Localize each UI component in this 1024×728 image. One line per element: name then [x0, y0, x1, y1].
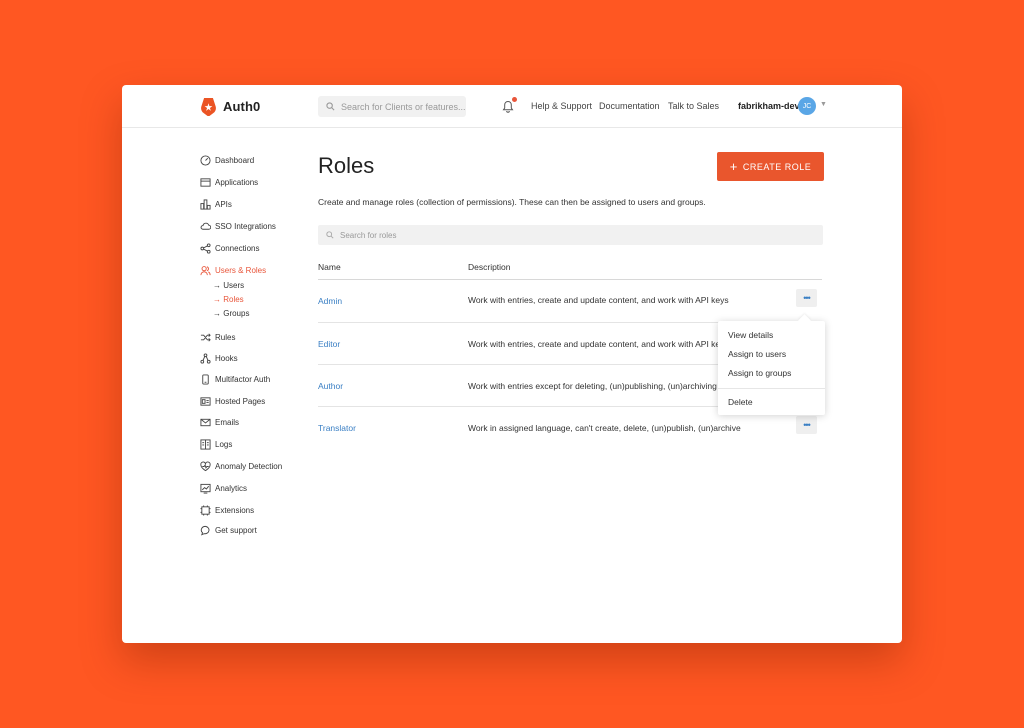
- sidebar-item-label: Logs: [215, 439, 233, 449]
- sidebar-item-hosted-pages[interactable]: Hosted Pages: [200, 394, 265, 408]
- row-actions-button[interactable]: •••: [796, 416, 817, 434]
- sidebar-item-label: SSO Integrations: [215, 221, 276, 231]
- row-actions-menu: View details Assign to users Assign to g…: [718, 321, 825, 415]
- sidebar-item-label: Applications: [215, 177, 259, 187]
- sidebar-item-label: Analytics: [215, 483, 248, 493]
- create-role-label: CREATE ROLE: [742, 161, 812, 172]
- column-header-description: Description: [468, 262, 511, 272]
- emails-icon: [200, 418, 211, 426]
- sidebar-item-dashboard[interactable]: Dashboard: [200, 153, 254, 167]
- menu-divider: [718, 388, 825, 389]
- sidebar-item-label: Connections: [215, 243, 260, 253]
- role-name-link[interactable]: Translator: [318, 423, 356, 433]
- sidebar-item-label: Hosted Pages: [215, 396, 266, 406]
- search-icon: [326, 231, 334, 239]
- role-name-link[interactable]: Editor: [318, 339, 340, 349]
- sidebar-item-extensions[interactable]: Extensions: [200, 503, 254, 517]
- tenant-name[interactable]: fabrikham-dev: [738, 101, 800, 111]
- support-icon: [200, 525, 210, 535]
- notifications-bell-icon[interactable]: [502, 100, 514, 113]
- global-search-placeholder: Search for Clients or features...: [341, 101, 466, 112]
- connections-icon: [200, 242, 211, 254]
- documentation-link[interactable]: Documentation: [599, 101, 660, 111]
- sidebar-item-label: Users & Roles: [215, 265, 267, 275]
- sidebar-item-label: Multifactor Auth: [215, 374, 271, 384]
- menu-item-view-details[interactable]: View details: [728, 330, 773, 340]
- menu-item-assign-groups[interactable]: Assign to groups: [728, 368, 791, 378]
- logs-icon: [200, 438, 211, 450]
- sidebar-item-label: Anomaly Detection: [215, 461, 283, 471]
- sidebar-item-emails[interactable]: Emails: [200, 415, 239, 429]
- notification-dot: [512, 97, 517, 102]
- chevron-down-icon[interactable]: ▼: [820, 101, 827, 108]
- sidebar-item-connections[interactable]: Connections: [200, 241, 259, 255]
- analytics-icon: [200, 483, 211, 494]
- page-description: Create and manage roles (collection of p…: [318, 197, 706, 207]
- row-actions-button[interactable]: •••: [796, 289, 817, 307]
- role-description: Work with entries, create and update con…: [468, 339, 729, 349]
- apis-icon: [200, 198, 211, 210]
- sidebar-subitem-users[interactable]: → Users: [213, 281, 244, 290]
- sidebar-item-sso-integrations[interactable]: SSO Integrations: [200, 219, 276, 233]
- sidebar-item-label: Dashboard: [215, 155, 255, 165]
- mfa-icon: [202, 373, 209, 385]
- app-window: Auth0 Search for Clients or features... …: [122, 85, 902, 643]
- sidebar-item-apis[interactable]: APIs: [200, 197, 232, 211]
- menu-item-delete[interactable]: Delete: [728, 397, 753, 407]
- sidebar-item-label: Get support: [215, 525, 257, 535]
- create-role-button[interactable]: + CREATE ROLE: [717, 152, 824, 181]
- hosted-pages-icon: [200, 396, 211, 406]
- sidebar-item-hooks[interactable]: Hooks: [200, 351, 238, 365]
- role-name-link[interactable]: Admin: [318, 296, 342, 306]
- sidebar-item-rules[interactable]: Rules: [200, 330, 235, 344]
- avatar[interactable]: JC: [798, 97, 816, 115]
- roles-search-placeholder: Search for roles: [340, 230, 397, 240]
- role-description: Work in assigned language, can't create,…: [468, 423, 741, 433]
- applications-icon: [200, 177, 211, 187]
- sidebar-item-label: Hooks: [215, 353, 238, 363]
- column-header-name[interactable]: Name: [318, 262, 341, 272]
- anomaly-icon: [200, 461, 211, 471]
- auth0-logo-icon: [201, 98, 216, 116]
- sidebar-item-applications[interactable]: Applications: [200, 175, 258, 189]
- menu-item-assign-users[interactable]: Assign to users: [728, 349, 786, 359]
- sidebar-item-get-support[interactable]: Get support: [200, 523, 257, 537]
- top-bar: Auth0 Search for Clients or features... …: [122, 85, 902, 128]
- sidebar-item-analytics[interactable]: Analytics: [200, 481, 247, 495]
- sidebar-item-label: APIs: [215, 199, 232, 209]
- sidebar-item-label: Rules: [215, 332, 236, 342]
- dashboard-icon: [200, 154, 211, 166]
- talk-to-sales-link[interactable]: Talk to Sales: [668, 101, 719, 111]
- role-description: Work with entries except for deleting, (…: [468, 381, 724, 391]
- roles-search-input[interactable]: Search for roles: [318, 225, 823, 245]
- help-support-link[interactable]: Help & Support: [531, 101, 592, 111]
- sidebar-subitem-roles[interactable]: → Roles: [213, 295, 244, 304]
- users-icon: [200, 265, 211, 275]
- sidebar-item-logs[interactable]: Logs: [200, 437, 232, 451]
- extensions-icon: [200, 504, 211, 516]
- role-description: Work with entries, create and update con…: [468, 295, 729, 305]
- sidebar-item-multifactor-auth[interactable]: Multifactor Auth: [200, 372, 270, 386]
- plus-icon: +: [729, 159, 738, 174]
- hooks-icon: [200, 352, 211, 364]
- brand-logo[interactable]: Auth0: [200, 97, 260, 116]
- search-icon: [326, 102, 335, 111]
- sidebar-item-label: Extensions: [215, 505, 255, 515]
- role-name-link[interactable]: Author: [318, 381, 343, 391]
- table-header-divider: [318, 279, 822, 280]
- sidebar-subitem-groups[interactable]: → Groups: [213, 309, 249, 318]
- brand-name: Auth0: [223, 99, 261, 114]
- sidebar-item-anomaly-detection[interactable]: Anomaly Detection: [200, 459, 282, 473]
- sidebar-item-users-roles[interactable]: Users & Roles: [200, 263, 266, 277]
- page-title: Roles: [318, 153, 375, 178]
- rules-icon: [200, 333, 211, 341]
- global-search-input[interactable]: Search for Clients or features...: [318, 96, 466, 117]
- sidebar-item-label: Emails: [215, 417, 240, 427]
- sso-icon: [200, 222, 211, 230]
